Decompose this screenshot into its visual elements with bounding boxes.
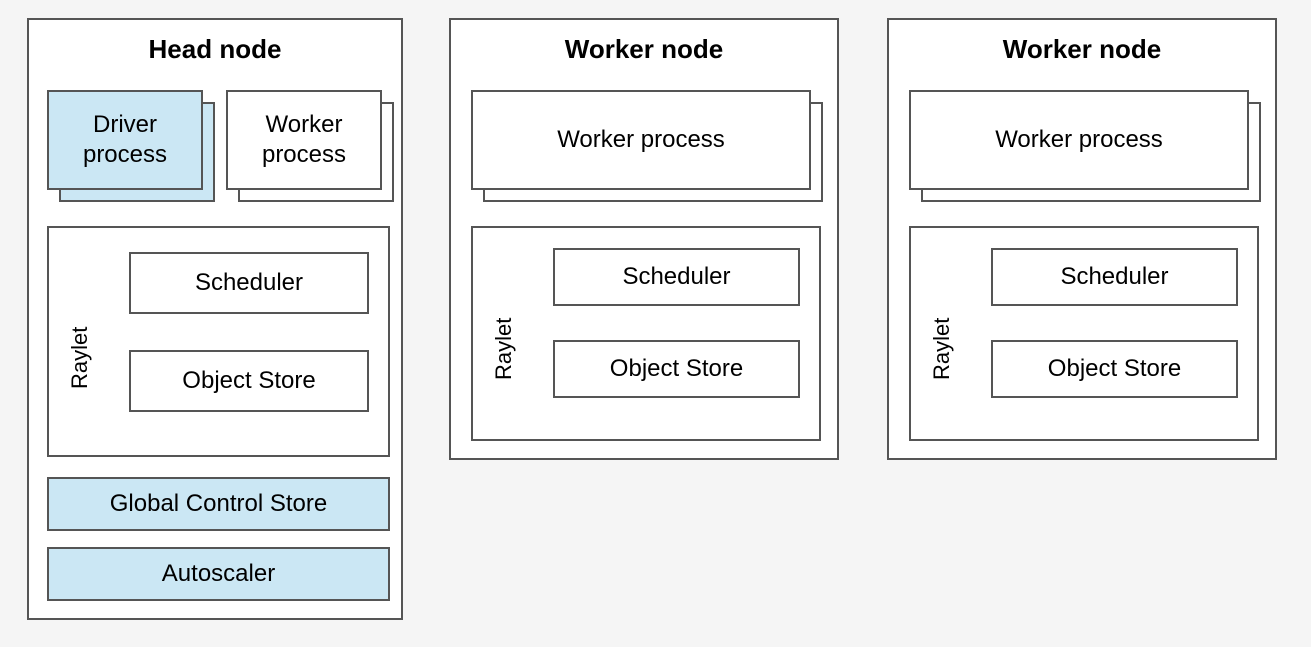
worker2-scheduler-box: Scheduler bbox=[991, 248, 1238, 306]
head-node-title: Head node bbox=[29, 20, 401, 65]
head-node: Head node Driver process Worker process … bbox=[27, 18, 403, 620]
worker2-process-stack: Worker process bbox=[909, 90, 1269, 202]
worker-node-1-title: Worker node bbox=[451, 20, 837, 65]
head-worker-process-stack: Worker process bbox=[226, 90, 394, 202]
head-raylet-label: Raylet bbox=[67, 327, 93, 389]
worker-node-2: Worker node Worker process Raylet Schedu… bbox=[887, 18, 1277, 460]
worker-node-1: Worker node Worker process Raylet Schedu… bbox=[449, 18, 839, 460]
head-worker-process-box: Worker process bbox=[226, 90, 382, 190]
worker1-raylet-label: Raylet bbox=[491, 318, 517, 380]
worker1-scheduler-box: Scheduler bbox=[553, 248, 800, 306]
autoscaler-box: Autoscaler bbox=[47, 547, 390, 601]
head-object-store-box: Object Store bbox=[129, 350, 369, 412]
worker-node-2-title: Worker node bbox=[889, 20, 1275, 65]
worker1-object-store-box: Object Store bbox=[553, 340, 800, 398]
driver-process-stack: Driver process bbox=[47, 90, 215, 202]
head-raylet-box: Raylet Scheduler Object Store bbox=[47, 226, 390, 457]
worker1-process-box: Worker process bbox=[471, 90, 811, 190]
worker2-process-box: Worker process bbox=[909, 90, 1249, 190]
worker2-object-store-box: Object Store bbox=[991, 340, 1238, 398]
worker1-raylet-box: Raylet Scheduler Object Store bbox=[471, 226, 821, 441]
worker1-process-stack: Worker process bbox=[471, 90, 831, 202]
global-control-store-box: Global Control Store bbox=[47, 477, 390, 531]
worker2-raylet-label: Raylet bbox=[929, 318, 955, 380]
architecture-diagram: Head node Driver process Worker process … bbox=[0, 0, 1311, 647]
driver-process-box: Driver process bbox=[47, 90, 203, 190]
head-scheduler-box: Scheduler bbox=[129, 252, 369, 314]
worker2-raylet-box: Raylet Scheduler Object Store bbox=[909, 226, 1259, 441]
